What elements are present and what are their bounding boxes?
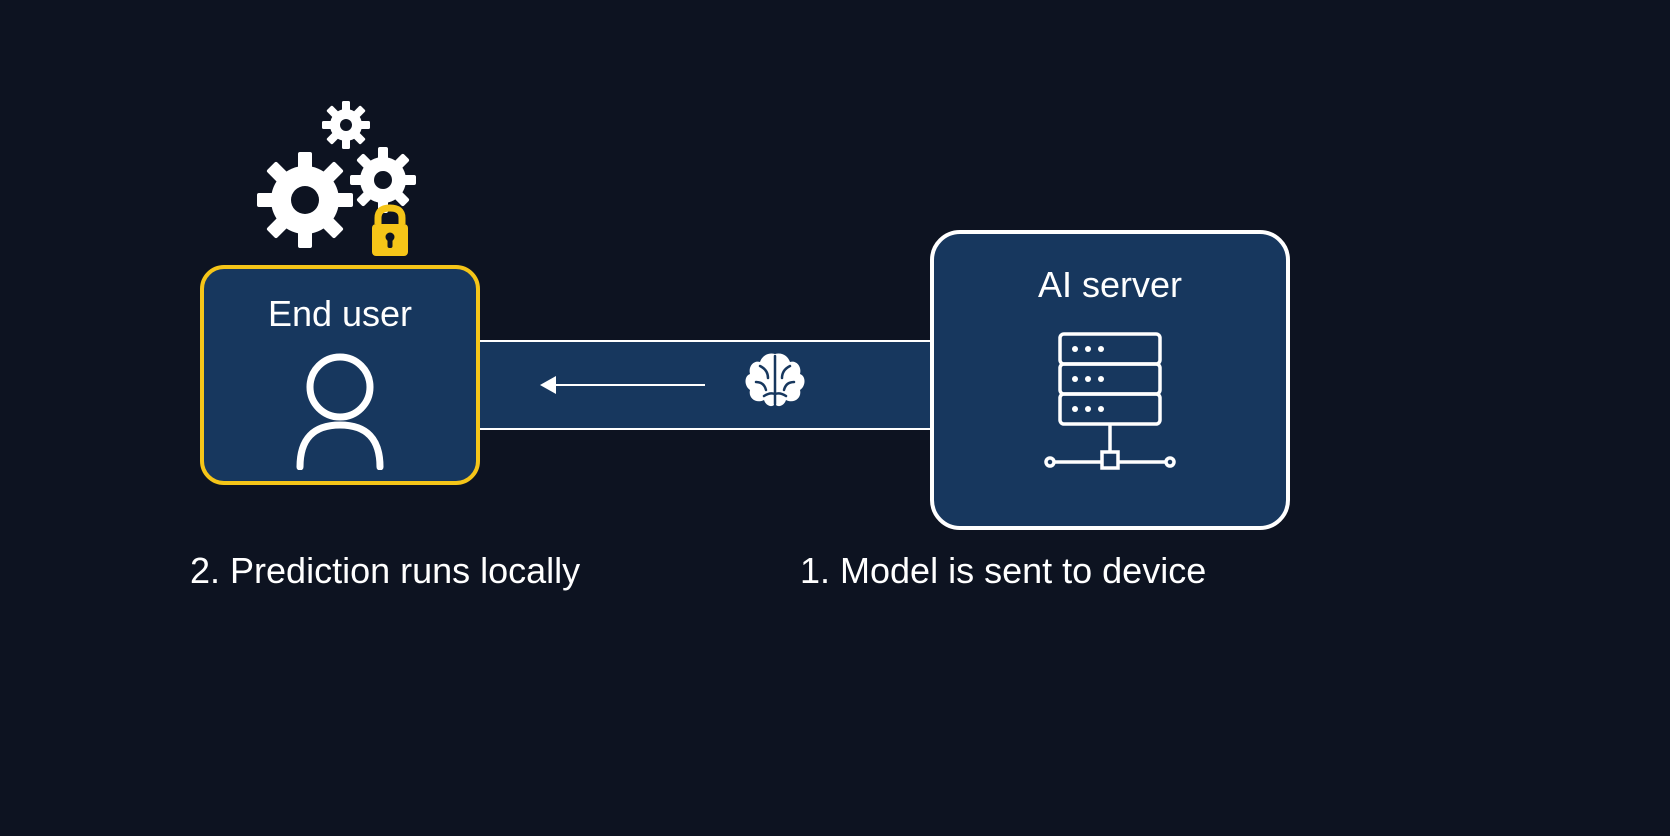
end-user-label: End user — [268, 293, 412, 335]
end-user-box: End user — [200, 265, 480, 485]
ai-server-label: AI server — [1038, 264, 1182, 306]
arrow-left-icon — [545, 384, 705, 386]
caption-prediction-local: 2. Prediction runs locally — [190, 550, 580, 592]
arrow-left-head-icon — [540, 376, 556, 394]
server-icon — [1020, 324, 1200, 504]
lock-icon — [372, 208, 408, 256]
user-icon — [280, 345, 400, 470]
architecture-diagram: End user AI server — [0, 0, 1670, 836]
ai-server-box: AI server — [930, 230, 1290, 530]
gears-lock-group — [255, 100, 435, 260]
caption-model-sent: 1. Model is sent to device — [800, 550, 1206, 592]
brain-icon — [740, 348, 810, 418]
gears-icon — [255, 100, 435, 270]
